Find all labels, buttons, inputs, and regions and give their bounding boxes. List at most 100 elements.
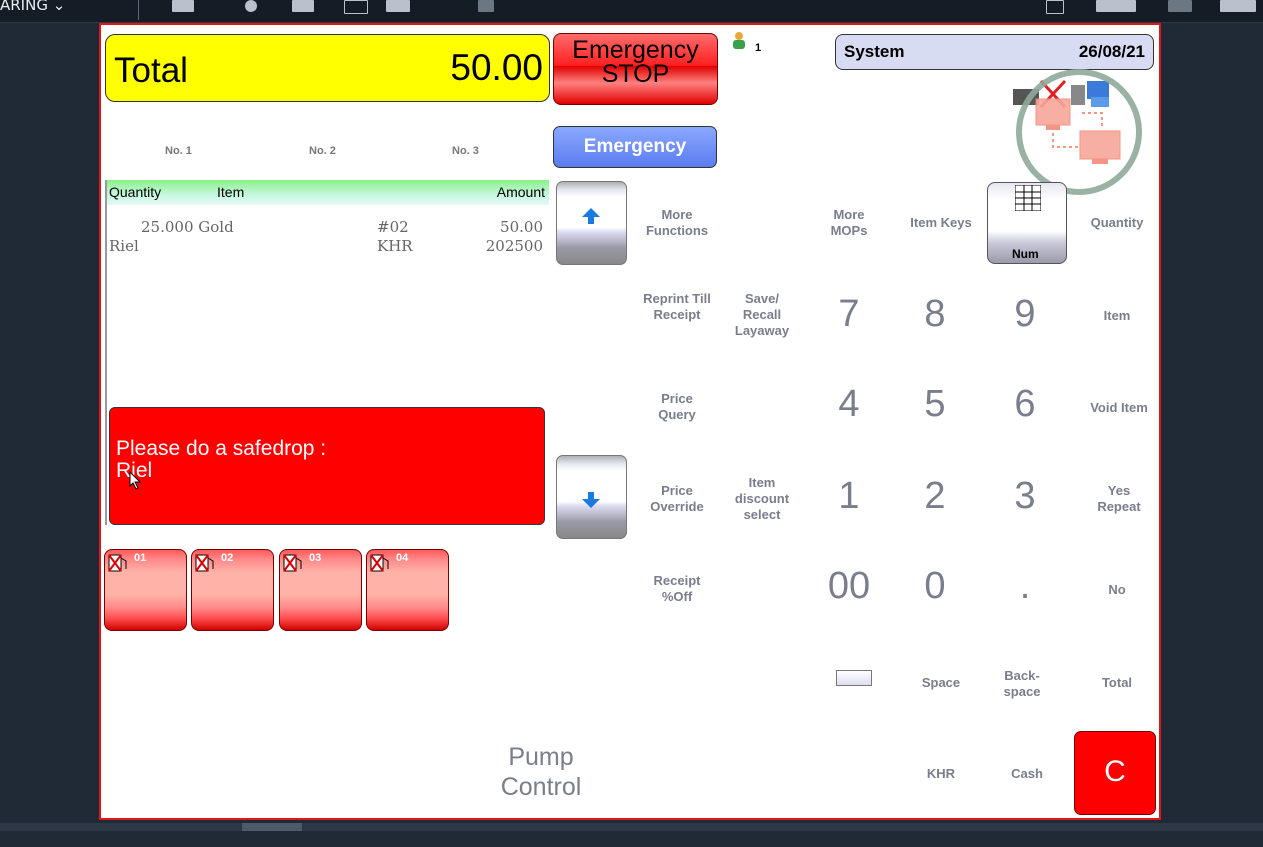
scrollbar-thumb[interactable] [242,823,302,831]
toolbar-icon-right-1[interactable] [1046,0,1064,14]
row-code: #02 [377,218,409,236]
emergency-stop-line1: Emergency [572,36,699,64]
top-toolbar: ARING ⌄ [0,0,1263,23]
row-qty-item: Riel [109,237,139,255]
message-line2: Riel [116,459,153,482]
toolbar-mouse-icon[interactable] [245,0,257,12]
fuel-pump-icon [108,554,127,572]
list-header: Quantity Item Amount [107,180,549,205]
digit-8-key[interactable]: 8 [905,293,965,336]
toolbar-icon-6[interactable] [478,0,494,12]
decimal-point-key[interactable]: . [995,565,1055,608]
keypad-icon [1015,185,1041,211]
item-discount-select-key[interactable]: Item discount select [729,475,795,523]
digit-9-key[interactable]: 9 [995,293,1055,336]
pump-button-03[interactable]: 03 [279,549,362,631]
save-recall-layaway-key[interactable]: Save/ Recall Layaway [729,291,795,339]
safedrop-message[interactable]: Please do a safedrop : Riel [109,407,545,525]
total-display: Total 50.00 [105,34,550,102]
pump-number: 03 [309,552,322,564]
tab-no-1[interactable]: No. 1 [165,145,192,157]
arrow-up-icon [582,208,600,224]
void-item-key[interactable]: Void Item [1077,400,1161,416]
emergency-stop-line2: STOP [601,60,670,88]
total-label: Total [114,51,188,90]
scroll-down-button[interactable] [556,455,627,539]
digit-4-key[interactable]: 4 [819,383,879,426]
item-keys-key[interactable]: Item Keys [901,215,981,231]
user-icon [733,32,745,49]
pump-number: 02 [221,552,234,564]
khr-key[interactable]: KHR [901,766,981,782]
digit-7-key[interactable]: 7 [819,293,879,336]
toolbar-icon-4[interactable] [344,0,368,14]
item-key[interactable]: Item [1077,308,1157,324]
fuel-pump-icon [195,554,214,572]
header-item: Item [217,184,245,200]
list-item[interactable]: Riel KHR 202500 [107,237,547,257]
arrow-down-icon [582,492,600,508]
toolbar-menu[interactable]: ARING ⌄ [0,0,65,14]
system-label: System [844,42,905,61]
toolbar-icon-right-4[interactable] [1220,0,1256,12]
toolbar-icon-5[interactable] [386,0,410,12]
digit-3-key[interactable]: 3 [995,475,1055,518]
bottom-scrollbar[interactable] [0,823,1263,847]
digit-5-key[interactable]: 5 [905,383,965,426]
num-keypad-button[interactable]: Num [987,182,1067,264]
receipt-off-key[interactable]: Receipt %Off [641,573,713,605]
keyboard-icon[interactable] [836,670,872,686]
toolbar-icon-3[interactable] [292,0,314,12]
no-key[interactable]: No [1077,582,1157,598]
row-amount: 202500 [485,237,543,255]
digit-2-key[interactable]: 2 [905,475,965,518]
toolbar-icon-1[interactable] [172,0,194,12]
fuel-pump-icon [283,554,302,572]
header-amount: Amount [496,184,545,200]
num-label: Num [1012,247,1039,261]
pos-screen: Total 50.00 Emergency STOP 1 System 26/0… [99,23,1161,820]
total-value: 50.00 [450,47,543,88]
digit-00-key[interactable]: 00 [819,565,879,608]
pump-control-button[interactable]: Pump Control [486,742,596,802]
row-code: KHR [377,237,413,255]
header-quantity: Quantity [109,184,162,200]
digit-1-key[interactable]: 1 [819,475,879,518]
total-key[interactable]: Total [1077,675,1157,691]
scroll-up-button[interactable] [556,181,627,265]
system-date: 26/08/21 [1078,42,1145,61]
space-key[interactable]: Space [901,675,981,691]
fuel-pump-icon [370,554,389,572]
pump-button-01[interactable]: 01 [104,549,187,631]
row-qty-item: 25.000 Gold [141,218,234,236]
reprint-receipt-key[interactable]: Reprint Till Receipt [641,291,713,323]
emergency-button[interactable]: Emergency [553,126,717,168]
toolbar-icon-right-2[interactable] [1096,0,1136,12]
price-query-key[interactable]: Price Query [641,391,713,423]
pump-button-04[interactable]: 04 [366,549,449,631]
backspace-key[interactable]: Back- space [995,668,1049,700]
tab-no-2[interactable]: No. 2 [309,145,336,157]
tab-no-3[interactable]: No. 3 [452,145,479,157]
toolbar-icon-right-3[interactable] [1168,0,1192,12]
price-override-key[interactable]: Price Override [641,483,713,515]
pump-number: 01 [134,552,147,564]
mouse-cursor-icon [129,471,142,490]
message-line1: Please do a safedrop : [116,437,327,460]
row-amount: 50.00 [500,218,543,236]
scrollbar-track[interactable] [0,823,1263,831]
digit-6-key[interactable]: 6 [995,383,1055,426]
cash-key[interactable]: Cash [987,766,1067,782]
quantity-key[interactable]: Quantity [1077,215,1157,231]
emergency-stop-button[interactable]: Emergency STOP [553,33,718,105]
more-mops-key[interactable]: More MOPs [829,207,869,239]
pump-button-02[interactable]: 02 [191,549,274,631]
yes-repeat-key[interactable]: Yes Repeat [1093,483,1145,515]
user-count: 1 [755,42,762,54]
clear-button[interactable]: C [1074,731,1156,815]
more-functions-key[interactable]: More Functions [641,207,713,239]
list-item[interactable]: 25.000 Gold #02 50.00 [107,218,547,238]
digit-0-key[interactable]: 0 [905,565,965,608]
pump-number: 04 [396,552,409,564]
system-bar: System 26/08/21 [835,34,1154,70]
